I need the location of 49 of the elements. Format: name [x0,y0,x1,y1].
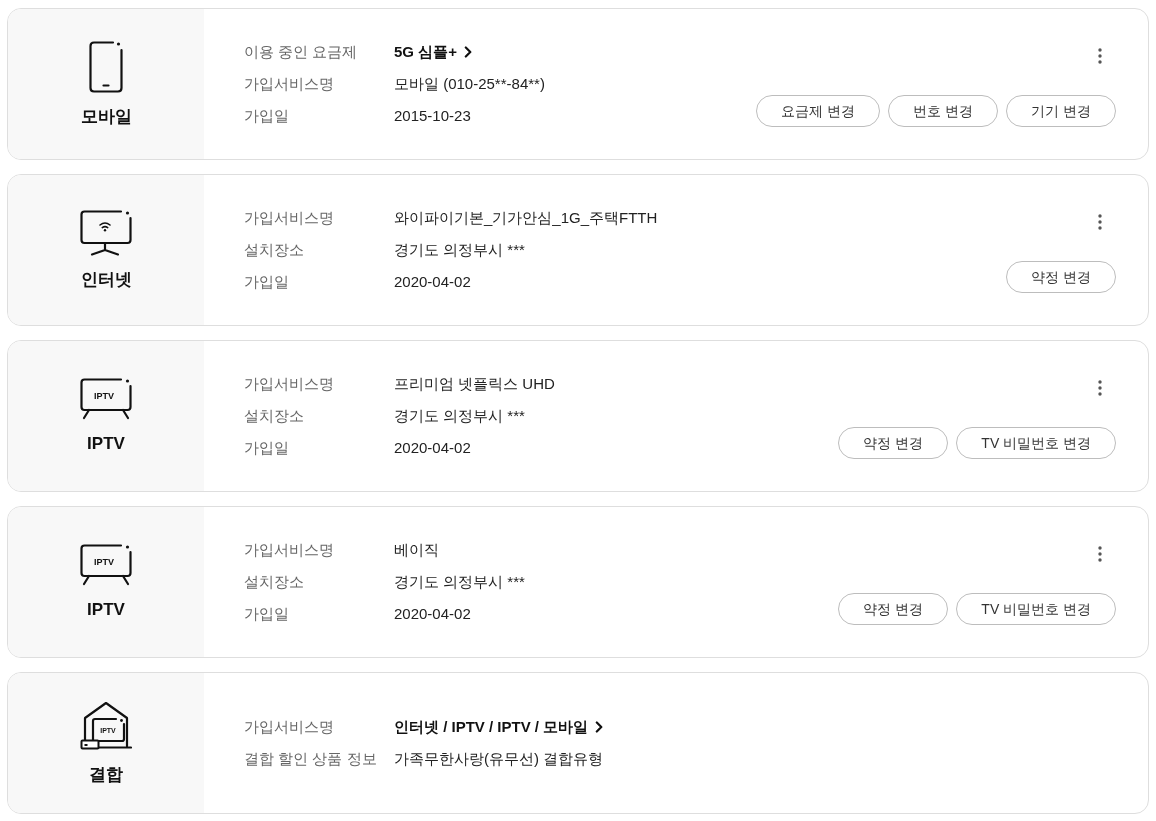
service-category-label: 모바일 [80,106,132,128]
detail-value: 가족무한사랑(유무선) 결합유형 [394,748,604,769]
change-button[interactable]: 번호 변경 [888,95,999,127]
chevron-right-icon [463,46,472,58]
service-category-label: 결합 [89,764,123,786]
detail-label: 설치장소 [244,571,305,592]
more-icon[interactable] [1098,48,1102,64]
detail-value: 모바일 (010-25**-84**) [394,73,545,94]
detail-label: 가입서비스명 [244,207,335,228]
detail-value: 경기도 의정부시 *** [394,239,525,260]
detail-value: 경기도 의정부시 *** [394,571,525,592]
service-category-label: IPTV [87,433,125,455]
chevron-right-icon [595,721,604,733]
detail-value: 경기도 의정부시 *** [394,405,525,426]
monitor-wifi-icon [80,209,132,256]
detail-value: 2020-04-02 [394,271,471,292]
detail-label: 설치장소 [244,405,305,426]
detail-value: 2020-04-02 [394,603,471,624]
change-button[interactable]: 기기 변경 [1006,95,1116,127]
change-button[interactable]: TV 비밀번호 변경 [956,427,1116,459]
detail-label: 결합 할인 상품 정보 [244,748,378,769]
detail-value: 2015-10-23 [394,105,471,126]
change-button[interactable]: 요금제 변경 [756,95,881,127]
detail-label: 가입서비스명 [244,539,335,560]
detail-label: 가입일 [244,105,290,126]
more-icon[interactable] [1098,214,1102,230]
change-button[interactable]: 약정 변경 [838,427,949,459]
detail-link[interactable]: 인터넷 / IPTV / IPTV / 모바일 [394,715,604,739]
change-button[interactable]: 약정 변경 [1006,261,1116,293]
more-icon[interactable] [1098,546,1102,562]
phone-icon [89,40,123,93]
detail-link[interactable]: 5G 심플+ [394,40,472,64]
detail-label: 가입일 [244,603,290,624]
detail-value: 와이파이기본_기가안심_1G_주택FTTH [394,207,658,228]
detail-value: 2020-04-02 [394,437,471,458]
more-icon[interactable] [1098,380,1102,396]
detail-label: 가입서비스명 [244,716,335,737]
detail-label: 설치장소 [244,239,305,260]
detail-value: 프리미엄 넷플릭스 UHD [394,373,555,394]
detail-label: 가입일 [244,271,290,292]
change-button[interactable]: 약정 변경 [838,593,949,625]
detail-label: 가입서비스명 [244,73,335,94]
detail-label: 가입서비스명 [244,373,335,394]
detail-label: 가입일 [244,437,290,458]
detail-value: 베이직 [394,539,439,560]
change-button[interactable]: TV 비밀번호 변경 [956,593,1116,625]
service-category-label: IPTV [87,599,125,621]
service-category-label: 인터넷 [80,269,132,291]
detail-label: 이용 중인 요금제 [244,41,359,62]
